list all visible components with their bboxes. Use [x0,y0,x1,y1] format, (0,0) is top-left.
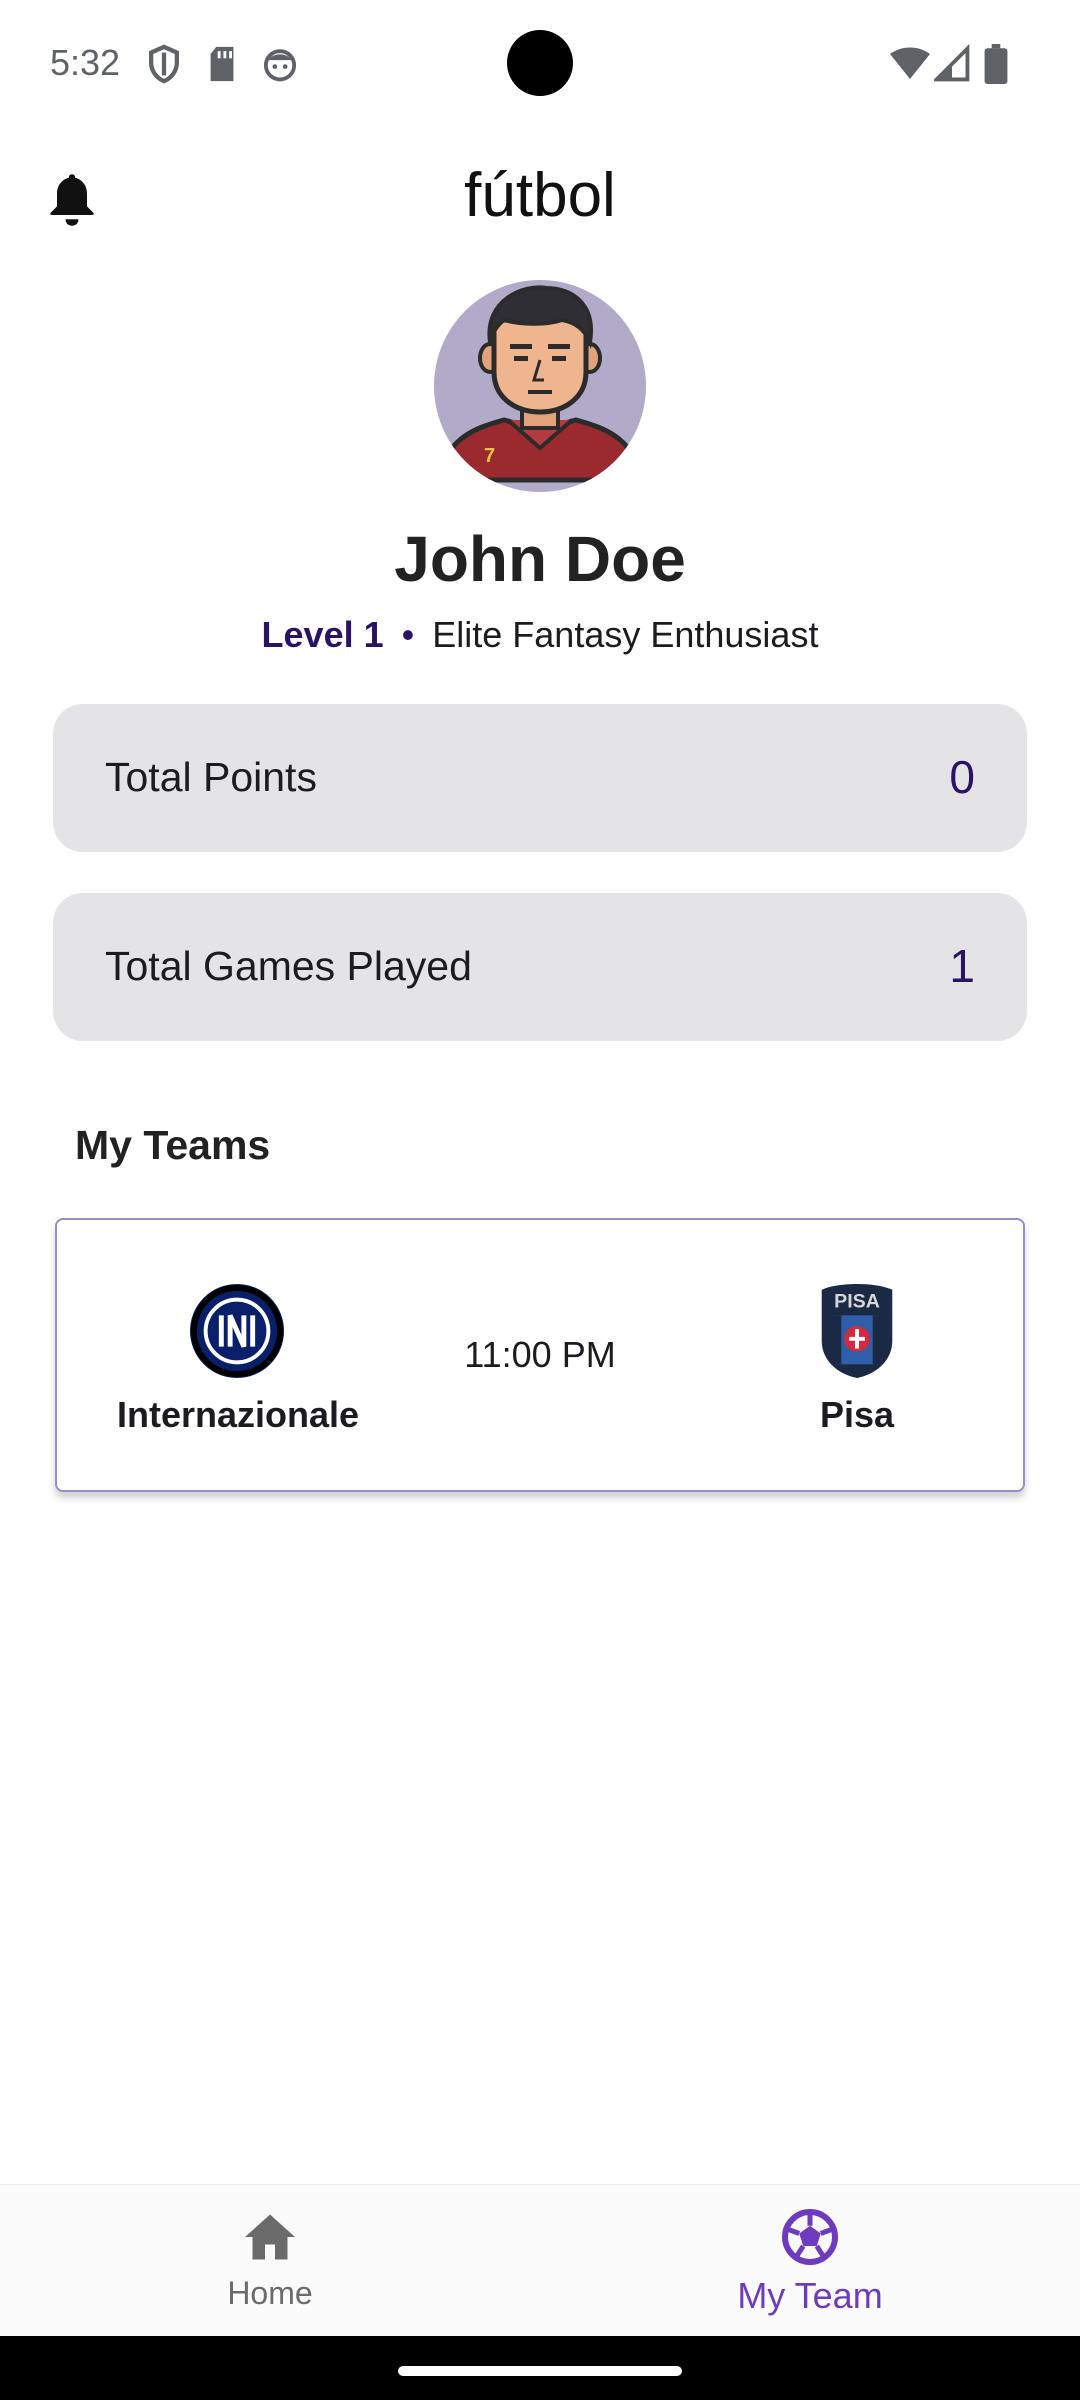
avatar: 7 [434,280,646,492]
status-time: 5:32 [50,42,121,83]
gesture-handle[interactable] [398,2366,682,2376]
home-team-name: Internazionale [117,1394,360,1435]
camera-cutout [507,30,573,96]
home-icon [245,2214,295,2260]
away-team-name: Pisa [819,1394,895,1435]
profile-tagline: Elite Fantasy Enthusiast [432,614,819,655]
stat-label: Total Points [105,754,317,800]
svg-text:PISA: PISA [834,1290,880,1312]
status-bar: 5:32 [0,0,1080,128]
app-title: fútbol [464,161,616,230]
stat-label: Total Games Played [105,943,472,989]
level-badge: Level 1 [261,614,384,655]
soccer-ball-icon [782,2209,838,2265]
player-avatar-illustration: 7 [437,285,643,483]
stat-value: 0 [949,751,975,803]
shield-icon [149,44,179,84]
sd-card-icon [210,46,234,82]
match-card[interactable]: Internazionale 11:00 PM PISA Pisa [55,1218,1025,1492]
nav-my-team[interactable]: My Team [660,2207,960,2317]
pisa-logo-icon: PISA [821,1283,893,1379]
away-team: PISA Pisa [757,1282,957,1436]
face-icon [263,49,297,82]
profile-subtitle: Level 1 • Elite Fantasy Enthusiast [0,614,1080,656]
stat-value: 1 [949,940,975,992]
subtitle-separator: • [401,614,415,655]
nav-home[interactable]: Home [120,2207,420,2312]
bottom-nav: Home My Team [0,2184,1080,2336]
wifi-icon [890,47,930,79]
cell-signal-icon [934,44,970,82]
nav-my-team-label: My Team [737,2275,883,2316]
svg-text:7: 7 [484,445,495,467]
stat-card-total-games: Total Games Played 1 [53,893,1027,1041]
stat-card-total-points: Total Points 0 [53,704,1027,852]
gesture-navigation-area [0,2336,1080,2400]
user-name: John Doe [394,523,686,595]
battery-icon [984,44,1008,84]
nav-home-label: Home [227,2275,313,2311]
my-teams-title: My Teams [75,1122,271,1168]
